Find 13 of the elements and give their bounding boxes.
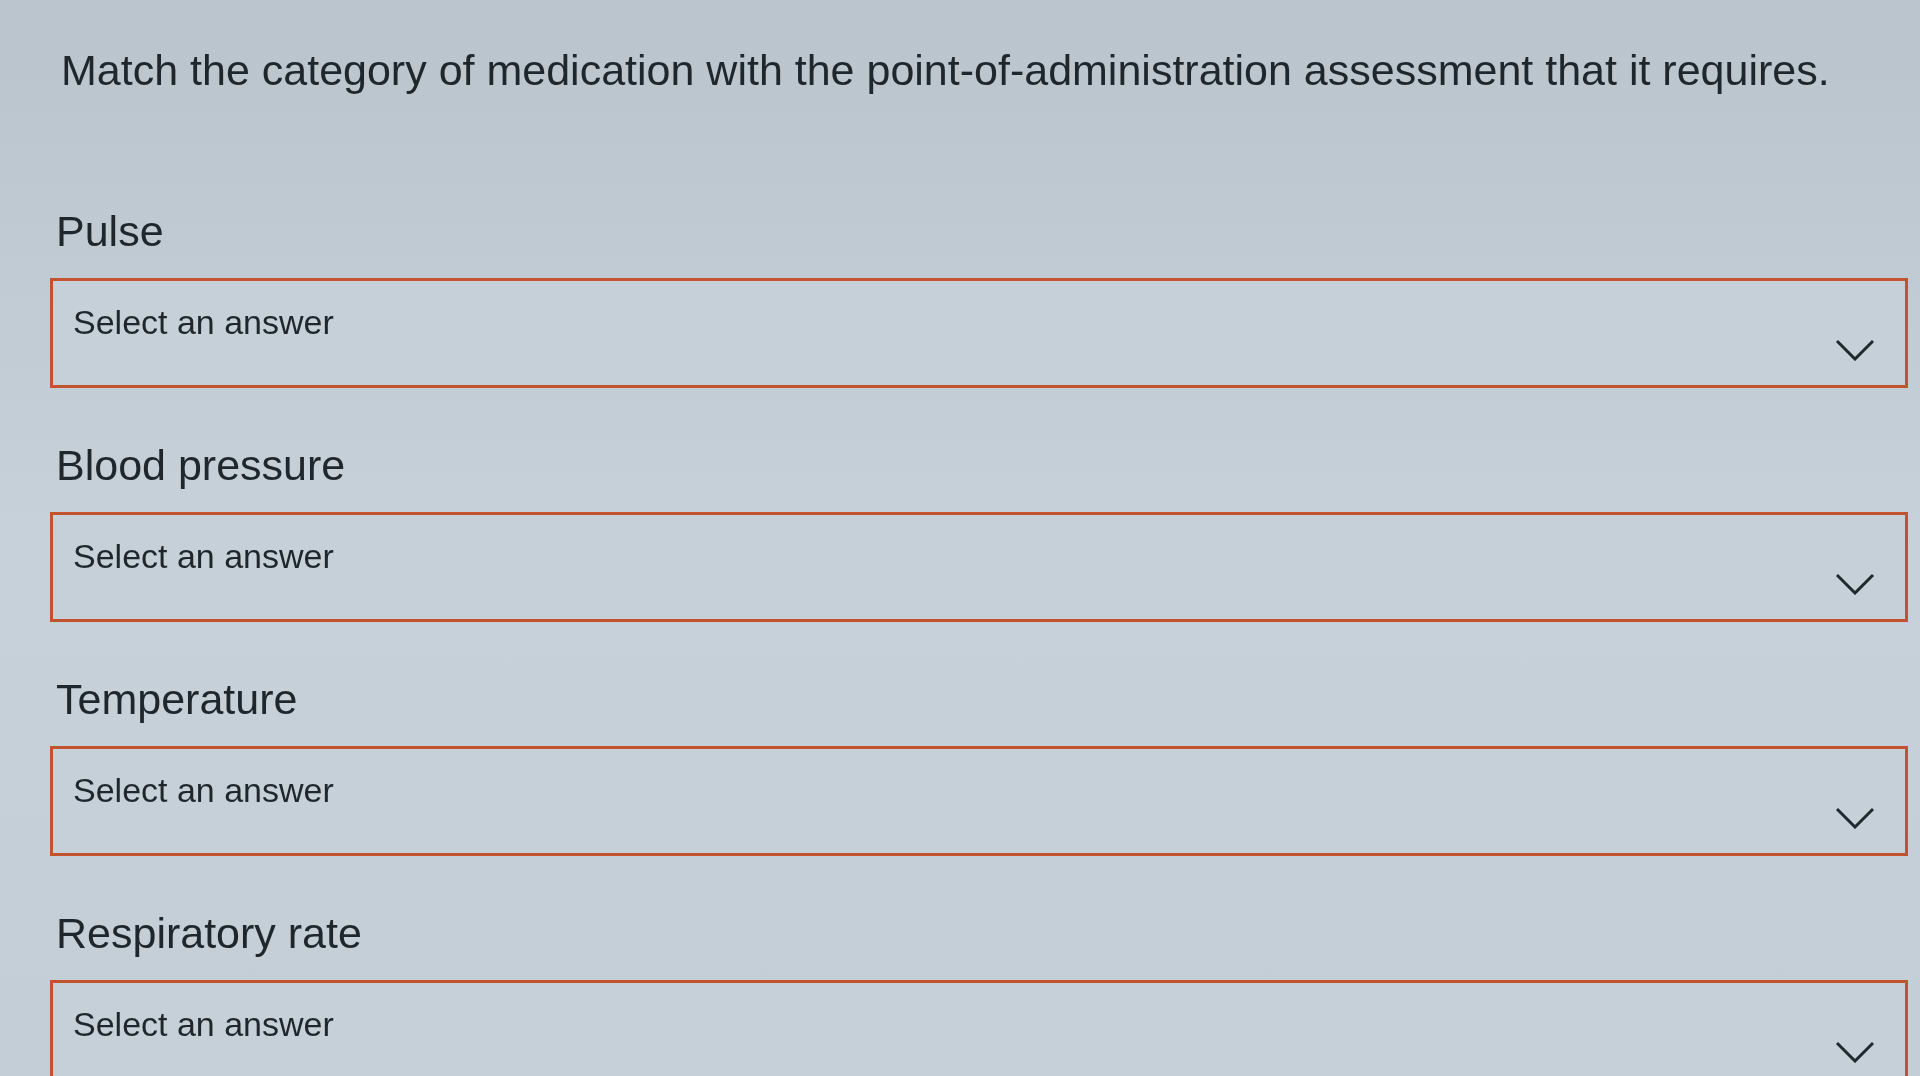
chevron-down-icon — [1835, 807, 1875, 829]
answer-dropdown[interactable]: Select an answer — [50, 746, 1908, 856]
chevron-down-icon — [1835, 1041, 1875, 1063]
field-label: Blood pressure — [56, 440, 346, 490]
field-label: Temperature — [56, 674, 298, 724]
answer-dropdown[interactable]: Select an answer — [50, 278, 1908, 388]
answer-dropdown[interactable]: Select an answer — [50, 980, 1908, 1076]
chevron-down-icon — [1835, 573, 1875, 595]
question-text: Match the category of medication with the point-of-administration assessment that it requires. — [61, 45, 1830, 96]
chevron-down-icon — [1835, 339, 1875, 361]
answer-dropdown[interactable]: Select an answer — [50, 512, 1908, 622]
field-label: Pulse — [56, 206, 164, 256]
field-label: Respiratory rate — [56, 908, 362, 958]
